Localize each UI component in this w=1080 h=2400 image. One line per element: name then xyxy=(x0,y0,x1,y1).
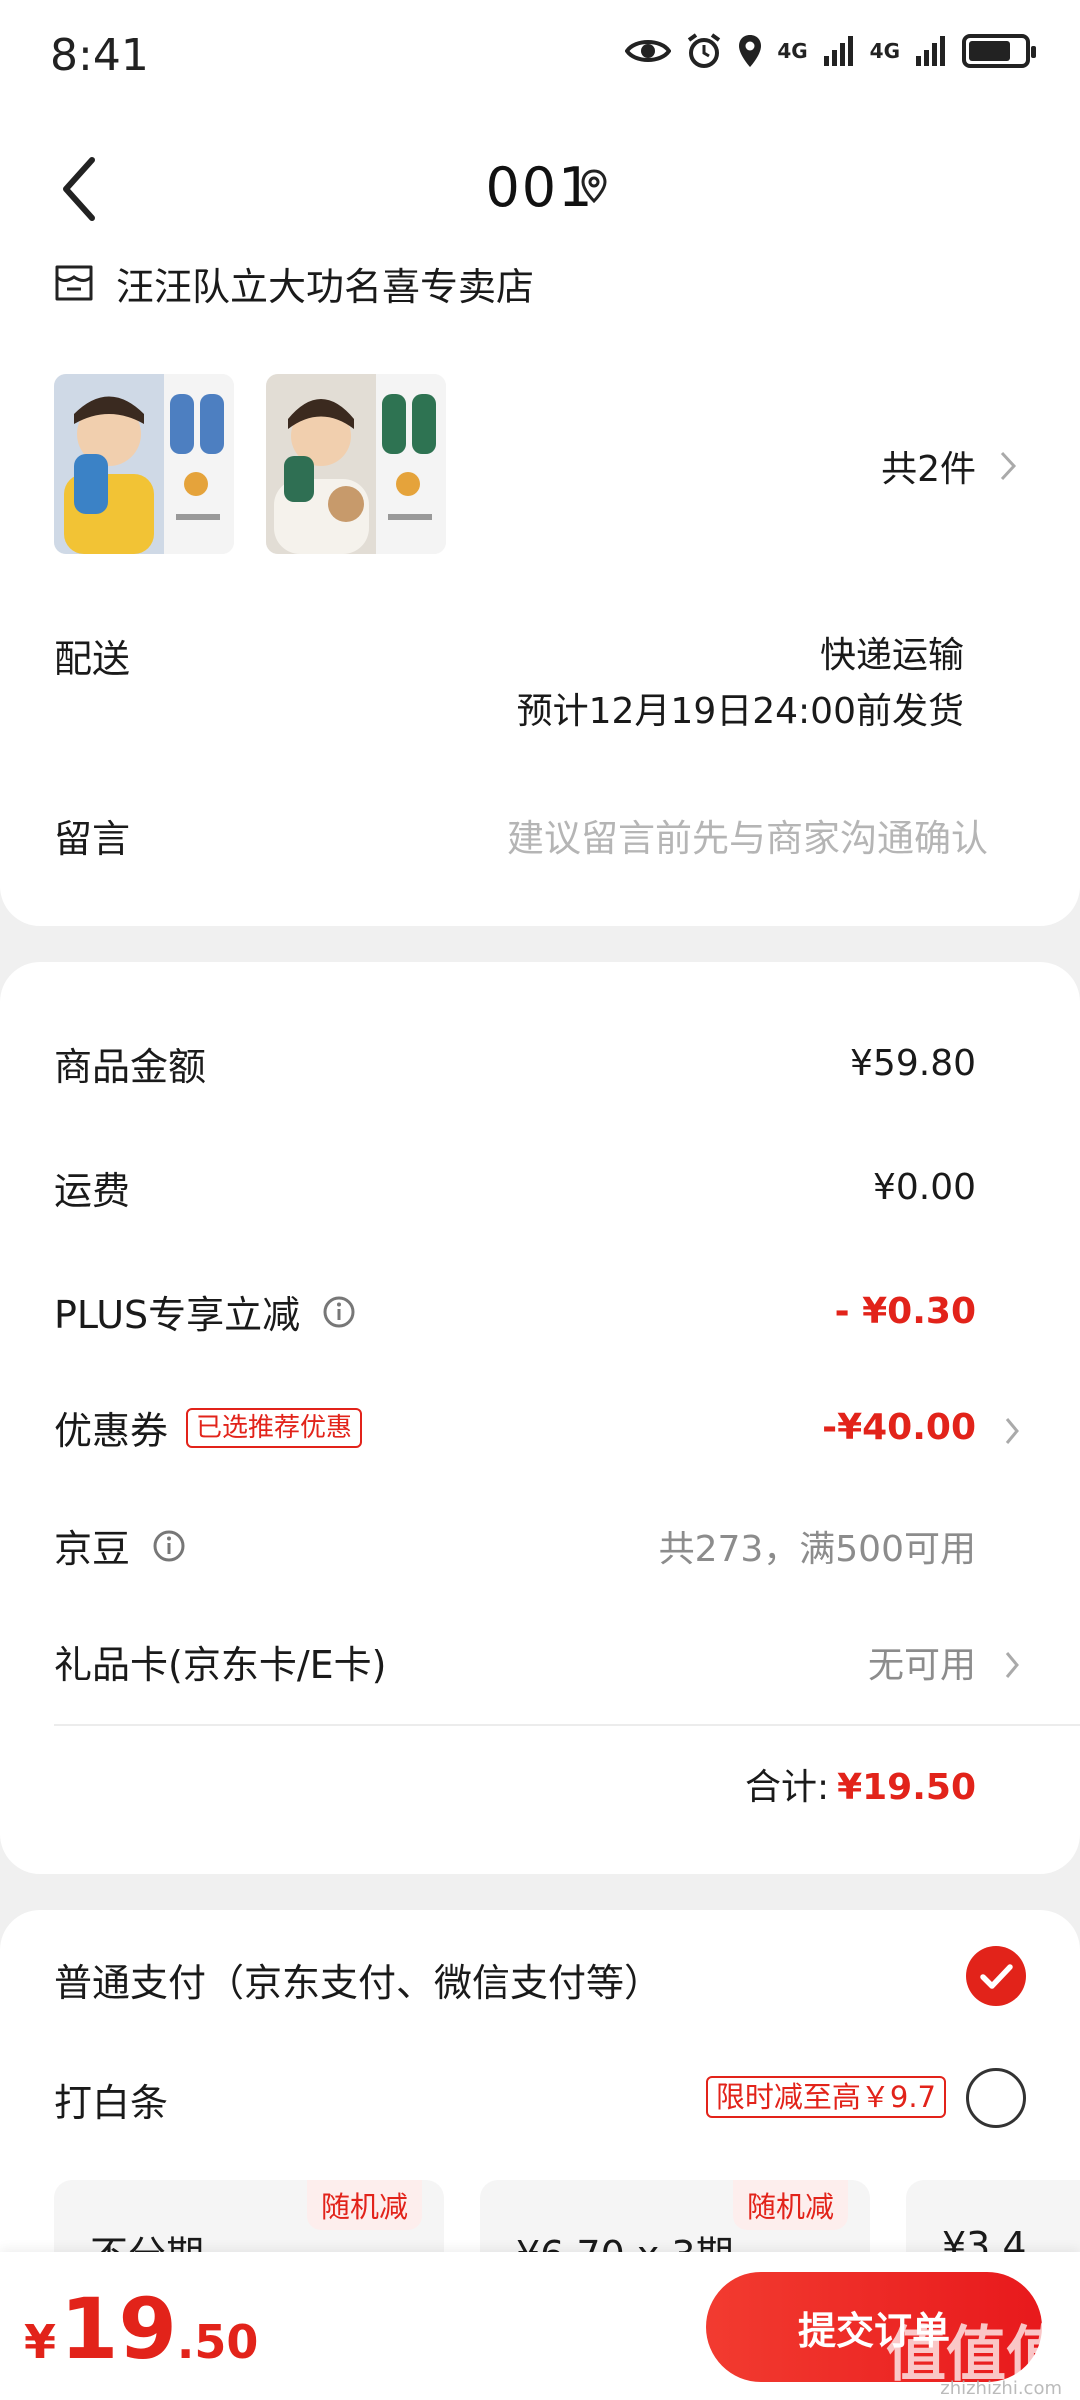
goods-amount-label: 商品金额 xyxy=(54,1045,207,1089)
delivery-info[interactable]: 快递运输 预计12月19日24:00前发货 xyxy=(517,628,964,740)
price-integer: 19 xyxy=(60,2280,177,2378)
shipping-value: ¥0.00 xyxy=(872,1167,976,1208)
nav-title-wrap: 001 xyxy=(0,156,1080,219)
battery-icon xyxy=(962,34,1036,68)
info-icon[interactable] xyxy=(152,1529,186,1563)
plus-discount-row: PLUS专享立减 - ¥0.30 xyxy=(54,1284,976,1339)
product-count-link[interactable]: 共2件 xyxy=(881,440,1018,492)
total-label: 合计: xyxy=(744,1767,830,1808)
store-row[interactable]: 汪汪队立大功名喜专卖店 xyxy=(54,258,535,309)
product-count: 共2件 xyxy=(881,449,976,490)
baitiao-radio[interactable] xyxy=(966,2068,1026,2128)
info-icon[interactable] xyxy=(322,1295,356,1329)
total-row: 合计: ¥19.50 xyxy=(745,1758,976,1810)
coupon-label: 优惠券 xyxy=(54,1409,169,1453)
product-image-gloves-blue xyxy=(54,374,234,554)
signal-icon xyxy=(823,36,853,66)
status-icons: 4G 4G xyxy=(625,32,1036,70)
store-icon xyxy=(55,265,93,301)
delivery-estimate: 预计12月19日24:00前发货 xyxy=(516,691,964,732)
shipping-row: 运费 ¥0.00 xyxy=(54,1160,976,1215)
price-decimal: .50 xyxy=(176,2315,259,2369)
coupon-value: -¥40.00 xyxy=(822,1407,976,1448)
baitiao-label[interactable]: 打白条 xyxy=(54,2072,168,2127)
total-value: ¥19.50 xyxy=(837,1767,976,1808)
plus-discount-label-wrap: PLUS专享立减 xyxy=(54,1284,356,1339)
signal-icon-2 xyxy=(916,36,945,66)
network-4g-label: 4G xyxy=(777,39,808,63)
message-label: 留言 xyxy=(54,817,131,861)
gift-card-label: 礼品卡(京东卡/E卡) xyxy=(54,1643,387,1687)
alarm-icon xyxy=(688,33,721,68)
product-thumbnails[interactable] xyxy=(54,374,446,554)
jd-beans-row: 京豆 共273，满500可用 xyxy=(54,1518,976,1573)
message-input[interactable]: 建议留言前先与商家沟通确认 xyxy=(507,808,988,862)
location-icon xyxy=(739,35,762,67)
jd-beans-label: 京豆 xyxy=(54,1527,131,1571)
bottom-total-price: ¥ 19 .50 xyxy=(24,2280,258,2378)
coupon-tag: 已选推荐优惠 xyxy=(186,1407,363,1448)
installment-badge: 随机减 xyxy=(732,2180,848,2230)
coupon-label-wrap: 优惠券 已选推荐优惠 xyxy=(54,1400,363,1455)
goods-amount-value: ¥59.80 xyxy=(850,1043,976,1084)
store-name: 汪汪队立大功名喜专卖店 xyxy=(116,264,535,309)
jd-beans-label-wrap: 京豆 xyxy=(54,1518,186,1573)
product-image[interactable] xyxy=(266,374,446,554)
battery-fill xyxy=(969,41,1010,61)
goods-amount-row: 商品金额 ¥59.80 xyxy=(54,1036,976,1091)
divider xyxy=(54,1724,1080,1726)
normal-payment-label[interactable]: 普通支付（京东支付、微信支付等） xyxy=(54,1952,662,2007)
chevron-right-icon xyxy=(1005,1652,1019,1678)
installment-badge: 随机减 xyxy=(306,2180,422,2230)
coupon-row[interactable]: 优惠券 已选推荐优惠 -¥40.00 xyxy=(54,1400,976,1455)
delivery-label: 配送 xyxy=(54,637,131,681)
status-time: 8:41 xyxy=(50,30,149,81)
shipping-label: 运费 xyxy=(54,1169,131,1213)
gift-card-value: 无可用 xyxy=(867,1644,976,1686)
baitiao-promo-tag: 限时减至高￥9.7 xyxy=(705,2076,946,2118)
product-image-gloves-green xyxy=(266,374,446,554)
jd-beans-value: 共273，满500可用 xyxy=(658,1528,976,1570)
plus-discount-label: PLUS专享立减 xyxy=(54,1293,301,1337)
network-4g-label-2: 4G xyxy=(869,39,900,63)
delivery-method: 快递运输 xyxy=(819,635,964,676)
chevron-right-icon xyxy=(1000,451,1017,481)
eye-icon xyxy=(625,40,672,62)
status-bar: 8:41 4G 4G xyxy=(0,0,1080,118)
order-confirm-page: 8:41 4G 4G 001 汪汪队立大功名喜专卖店 共2件 配送 快递运输 预… xyxy=(0,0,1080,2400)
checkmark-icon xyxy=(980,1964,1013,1989)
plus-discount-value: - ¥0.30 xyxy=(834,1291,976,1332)
gift-card-row[interactable]: 礼品卡(京东卡/E卡) 无可用 xyxy=(54,1634,976,1689)
nav-bar: 001 xyxy=(0,118,1080,258)
address-location-icon[interactable] xyxy=(578,168,610,204)
watermark-url: zhizhizhi.com xyxy=(940,2378,1062,2399)
chevron-right-icon xyxy=(1005,1418,1019,1444)
normal-payment-check[interactable] xyxy=(966,1946,1026,2006)
price-symbol: ¥ xyxy=(24,2315,57,2369)
product-image[interactable] xyxy=(54,374,234,554)
